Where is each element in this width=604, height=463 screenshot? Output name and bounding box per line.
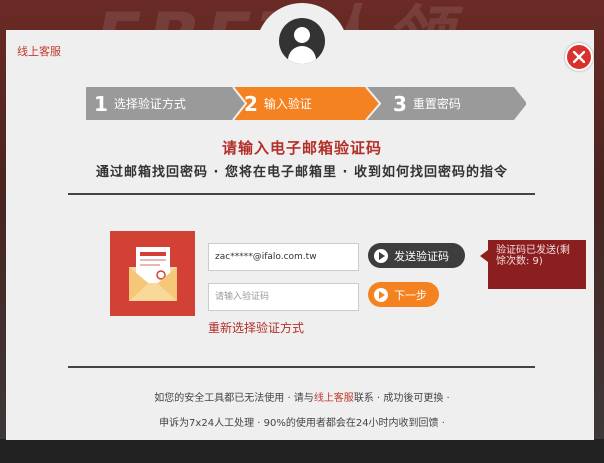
step-3-number: 3	[393, 91, 407, 116]
customer-service-link[interactable]: 线上客服	[17, 43, 61, 59]
footer-help-text-end: 联系 · 成功後可更換 ·	[353, 393, 450, 404]
email-illustration	[110, 231, 195, 316]
footer-help-text: 如您的安全工具都已无法使用 · 请与	[154, 393, 314, 404]
dialog-subtitle: 通过邮箱找回密码 · 您将在电子邮箱里 · 收到如何找回密码的指令	[96, 165, 508, 180]
step-1-number: 1	[94, 91, 108, 116]
close-button[interactable]	[565, 43, 593, 71]
step-indicator: 1 选择验证方式 2 输入验证 3 重置密码	[86, 87, 526, 120]
send-code-label: 发送验证码	[394, 249, 449, 263]
step-3-label: 重置密码	[412, 97, 461, 111]
verification-code-input[interactable]	[208, 283, 359, 311]
email-field[interactable]	[208, 243, 359, 271]
reselect-method-link[interactable]: 重新选择验证方式	[208, 319, 304, 336]
play-icon	[374, 248, 388, 263]
step-2: 2 输入验证	[244, 87, 312, 120]
footer-appeal-line: 申诉为7x24人工处理 · 90%的使用者都会在24小时内收到回馈 ·	[159, 418, 445, 429]
envelope-icon	[129, 247, 177, 301]
step-2-label: 输入验证	[263, 97, 312, 111]
next-step-button[interactable]: 下一步	[368, 282, 439, 307]
background-footer-strip	[0, 439, 604, 463]
footer-help-line: 如您的安全工具都已无法使用 · 请与线上客服联系 · 成功後可更換 ·	[0, 389, 604, 404]
divider-bottom	[68, 366, 535, 368]
play-icon	[374, 287, 388, 302]
code-sent-tooltip: 验证码已发送(剩馀次数: 9)	[480, 240, 586, 289]
close-icon	[573, 51, 585, 63]
divider-top	[68, 193, 535, 195]
dialog-title: 请输入电子邮箱验证码	[221, 139, 382, 157]
send-code-button[interactable]: 发送验证码	[368, 243, 465, 268]
step-1-label: 选择验证方式	[113, 97, 186, 111]
next-step-label: 下一步	[394, 288, 427, 302]
user-avatar-icon	[279, 18, 325, 64]
footer-customer-service-link[interactable]: 线上客服	[314, 393, 354, 404]
step-2-number: 2	[244, 91, 258, 116]
step-1: 1 选择验证方式	[94, 87, 186, 120]
step-3: 3 重置密码	[393, 87, 461, 120]
